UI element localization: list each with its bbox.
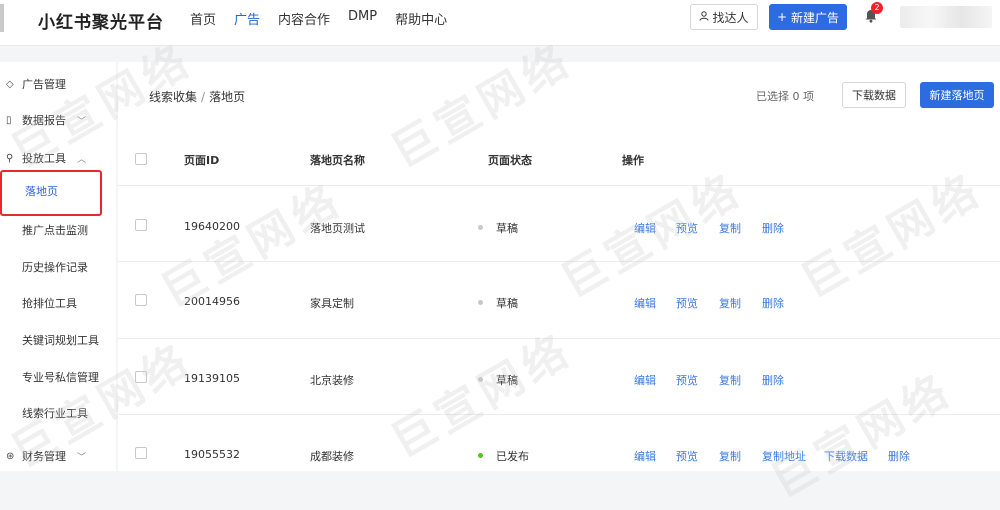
copy-link[interactable]: 复制 [719,448,741,464]
new-landing-page-button[interactable]: 新建落地页 [920,82,994,108]
sidebar-item-rank-tool[interactable]: 抢排位工具 [22,295,77,311]
nav-dmp[interactable]: DMP [348,9,377,28]
cell-status: 已发布 [496,450,529,463]
finance-icon: ⊛ [6,450,15,462]
breadcrumb-item-landing-page: 落地页 [209,90,246,104]
nav-ads[interactable]: 广告 [234,9,260,28]
select-all-checkbox[interactable] [135,153,147,165]
delete-link[interactable]: 删除 [762,372,784,388]
sidebar: ◇ 广告管理 ▯ 数据报告 ﹀ ⚲ 投放工具 ︿ 落地页 推广点击监测 历史操作… [0,62,116,471]
download-data-button[interactable]: 下载数据 [842,82,906,108]
brand-title[interactable]: 小红书聚光平台 [38,8,164,33]
tag-icon: ◇ [6,78,14,90]
cell-page-id: 19640200 [184,220,240,233]
cell-status: 草稿 [496,297,518,310]
edit-link[interactable]: 编辑 [634,220,656,236]
breadcrumb: 线索收集 / 落地页 [149,88,245,105]
row-checkbox[interactable] [135,371,147,383]
cell-page-name: 成都装修 [310,450,354,463]
sidebar-item-click-monitor[interactable]: 推广点击监测 [22,222,88,238]
nav-home[interactable]: 首页 [190,9,216,28]
row-checkbox[interactable] [135,294,147,306]
top-nav: 首页 广告 内容合作 DMP 帮助中心 [190,9,447,28]
preview-link[interactable]: 预览 [676,372,698,388]
table-header: 页面ID 落地页名称 页面状态 操作 [118,140,1000,186]
sidebar-item-ad-management[interactable]: ◇ 广告管理 [0,76,116,92]
sidebar-item-history-log[interactable]: 历史操作记录 [22,259,88,275]
new-ad-button[interactable]: + 新建广告 [769,4,847,30]
copy-link[interactable]: 复制 [719,372,741,388]
sidebar-item-data-report[interactable]: ▯ 数据报告 ﹀ [0,112,116,128]
edit-link[interactable]: 编辑 [634,295,656,311]
copy-url-link[interactable]: 复制地址 [762,448,806,464]
notification-badge: 2 [871,2,883,14]
tool-icon: ⚲ [6,152,14,164]
row-checkbox[interactable] [135,219,147,231]
logo-mark [0,4,4,32]
column-header-actions: 操作 [622,154,644,167]
sidebar-item-keyword-planner[interactable]: 关键词规划工具 [22,332,99,348]
top-bar: 小红书聚光平台 首页 广告 内容合作 DMP 帮助中心 找达人 + 新建广告 2 [0,0,1000,46]
status-dot-draft [478,300,483,305]
table-row: 19055532 成都装修 已发布 编辑 预览 复制 复制地址 下载数据 删除 [118,415,1000,471]
cell-status: 草稿 [496,374,518,387]
chevron-down-icon: ﹀ [76,116,86,127]
sidebar-item-label: 投放工具 [22,152,66,165]
cell-page-id: 19055532 [184,448,240,461]
status-dot-draft [478,377,483,382]
user-icon [699,10,709,24]
sidebar-item-label: 财务管理 [22,450,66,463]
sidebar-item-landing-page[interactable]: 落地页 [0,170,102,216]
sidebar-item-delivery-tools[interactable]: ⚲ 投放工具 ︿ [0,150,116,166]
status-dot-published [478,453,483,458]
plus-icon: + [776,10,788,24]
preview-link[interactable]: 预览 [676,448,698,464]
account-avatar[interactable] [900,6,992,28]
edit-link[interactable]: 编辑 [634,448,656,464]
cell-page-name: 北京装修 [310,374,354,387]
sidebar-item-lead-industry-tool[interactable]: 线索行业工具 [22,405,88,421]
table-row: 20014956 家具定制 草稿 编辑 预览 复制 删除 [118,262,1000,339]
sidebar-item-label: 落地页 [25,185,58,198]
cell-page-name: 落地页测试 [310,222,365,235]
sidebar-item-finance[interactable]: ⊛ 财务管理 ﹀ [0,448,116,464]
column-header-name: 落地页名称 [310,154,365,167]
breadcrumb-item-leads[interactable]: 线索收集 [149,90,197,104]
preview-link[interactable]: 预览 [676,295,698,311]
cell-page-name: 家具定制 [310,297,354,310]
main-panel: 线索收集 / 落地页 已选择 0 项 下载数据 新建落地页 页面ID 落地页名称 页… [118,62,1000,471]
table-row: 19139105 北京装修 草稿 编辑 预览 复制 删除 [118,339,1000,415]
download-data-link[interactable]: 下载数据 [824,448,868,464]
delete-link[interactable]: 删除 [762,295,784,311]
selected-count: 已选择 0 项 [756,90,814,103]
cell-page-id: 19139105 [184,372,240,385]
nav-help-center[interactable]: 帮助中心 [395,9,447,28]
find-influencer-button[interactable]: 找达人 [690,4,758,30]
new-ad-label: 新建广告 [791,10,840,25]
copy-link[interactable]: 复制 [719,220,741,236]
nav-content-collab[interactable]: 内容合作 [278,9,330,28]
sidebar-item-label: 数据报告 [22,114,66,127]
chevron-down-icon: ﹀ [76,452,86,463]
preview-link[interactable]: 预览 [676,220,698,236]
delete-link[interactable]: 删除 [762,220,784,236]
breadcrumb-separator: / [201,90,206,104]
chevron-up-icon: ︿ [76,154,86,165]
find-influencer-label: 找达人 [712,10,749,25]
status-dot-draft [478,225,483,230]
report-icon: ▯ [6,114,12,126]
row-checkbox[interactable] [135,447,147,459]
table-row: 19640200 落地页测试 草稿 编辑 预览 复制 删除 [118,186,1000,262]
edit-link[interactable]: 编辑 [634,372,656,388]
column-header-id: 页面ID [184,154,220,167]
cell-status: 草稿 [496,222,518,235]
delete-link[interactable]: 删除 [888,448,910,464]
sidebar-item-label: 广告管理 [22,78,66,91]
column-header-status: 页面状态 [488,154,532,167]
cell-page-id: 20014956 [184,295,240,308]
copy-link[interactable]: 复制 [719,295,741,311]
sidebar-item-dm-management[interactable]: 专业号私信管理 [22,369,99,385]
